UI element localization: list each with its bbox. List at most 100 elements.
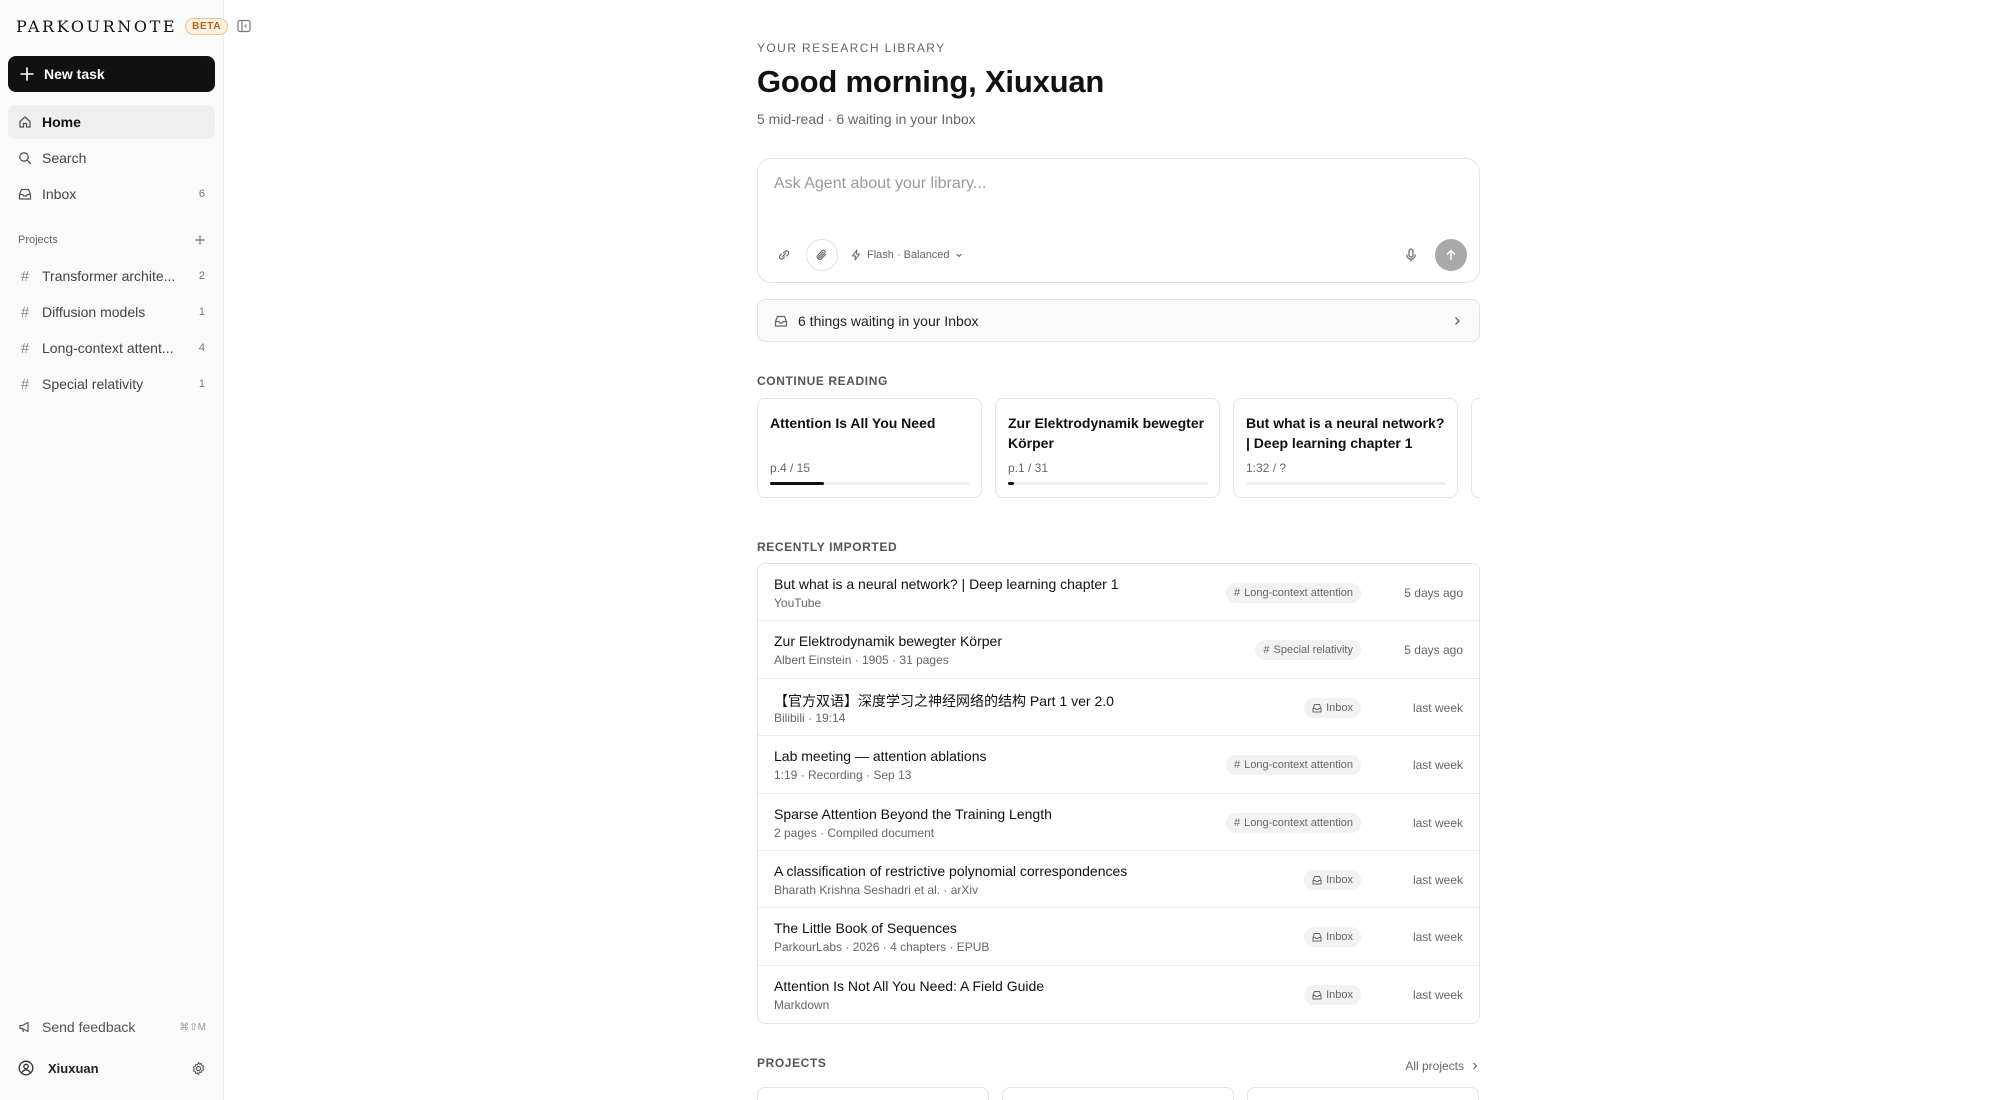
sidebar-item-label: Inbox xyxy=(42,186,77,202)
ask-agent-box[interactable]: Ask Agent about your library... Flash · … xyxy=(757,158,1480,283)
reading-card-progress-text: 1:32 / ? xyxy=(1246,461,1287,475)
recent-item-row[interactable]: Sparse Attention Beyond the Training Len… xyxy=(758,794,1479,851)
project-label: Transformer archite... xyxy=(42,268,176,284)
inbox-icon xyxy=(774,315,788,327)
ask-agent-input[interactable]: Ask Agent about your library... xyxy=(774,175,986,193)
microphone-icon[interactable] xyxy=(1403,247,1419,263)
recent-item-title: The Little Book of Sequences xyxy=(774,920,957,937)
reading-progress-bar xyxy=(1008,482,1208,485)
inbox-icon xyxy=(1312,990,1322,1000)
new-task-label: New task xyxy=(44,66,105,82)
plus-icon xyxy=(20,67,34,81)
project-card[interactable] xyxy=(1002,1087,1234,1100)
sidebar-item-inbox[interactable]: Inbox 6 xyxy=(8,177,215,211)
recent-item-title: Attention Is Not All You Need: A Field G… xyxy=(774,977,1045,994)
sidebar-project-long-context[interactable]: # Long-context attent... 4 xyxy=(8,331,215,365)
brand[interactable]: PARKOURNOTE BETA xyxy=(16,14,229,38)
model-selector[interactable]: Flash · Balanced xyxy=(850,249,964,261)
sidebar-project-transformer[interactable]: # Transformer archite... 2 xyxy=(8,259,215,293)
search-icon xyxy=(19,152,32,165)
attach-button[interactable] xyxy=(806,239,838,271)
sidebar-item-search[interactable]: Search xyxy=(8,141,215,175)
recent-item-tag-label: Long-context attention xyxy=(1244,816,1353,829)
bolt-icon xyxy=(852,249,860,261)
sidebar-toggle-icon[interactable] xyxy=(236,18,252,34)
sidebar-project-diffusion[interactable]: # Diffusion models 1 xyxy=(8,295,215,329)
reading-card[interactable]: Zur Elektrodynamik bewegter Körper p.1 /… xyxy=(995,398,1220,498)
recent-item-row[interactable]: Attention Is Not All You Need: A Field G… xyxy=(758,966,1479,1023)
all-projects-link[interactable]: All projects xyxy=(1405,1059,1480,1073)
project-count: 1 xyxy=(198,378,205,390)
recent-item-meta: Bilibili · 19:14 xyxy=(774,710,846,725)
project-card[interactable] xyxy=(1247,1087,1479,1100)
link-icon xyxy=(778,250,790,260)
recent-item-title: But what is a neural network? | Deep lea… xyxy=(774,576,1119,592)
reading-card-progress-text: p.4 / 15 xyxy=(770,461,811,475)
sidebar-item-home[interactable]: Home xyxy=(8,105,215,139)
hash-icon: # xyxy=(1234,816,1241,829)
user-menu[interactable]: Xiuxuan xyxy=(18,1060,206,1076)
recent-item-time: last week xyxy=(1412,987,1463,1002)
project-label: Special relativity xyxy=(42,376,144,392)
sidebar-project-relativity[interactable]: # Special relativity 1 xyxy=(8,367,215,401)
add-project-icon[interactable] xyxy=(194,234,206,246)
reading-progress-bar xyxy=(770,482,970,485)
recent-item-tag[interactable]: Inbox xyxy=(1304,869,1361,890)
projects-heading: PROJECTS xyxy=(757,1056,827,1070)
chevron-right-icon xyxy=(1473,1062,1478,1070)
project-card[interactable] xyxy=(757,1087,989,1100)
inbox-icon xyxy=(1312,703,1322,713)
recently-imported-heading: RECENTLY IMPORTED xyxy=(757,540,898,554)
reading-card-title: But what is a neural network? | Deep lea… xyxy=(1246,415,1445,451)
arrow-up-icon xyxy=(1446,249,1456,261)
reading-card[interactable]: But what is a neural network? | Deep lea… xyxy=(1233,398,1458,498)
recent-item-tag[interactable]: # Special relativity xyxy=(1255,640,1361,661)
recent-item-tag[interactable]: Inbox xyxy=(1304,984,1361,1005)
send-button[interactable] xyxy=(1435,239,1467,271)
recent-item-tag-label: Inbox xyxy=(1326,701,1353,714)
reading-card[interactable]: Attention Is All You Need p.4 / 15 xyxy=(757,398,982,498)
recent-item-time: 5 days ago xyxy=(1404,643,1463,658)
brand-logo: PARKOURNOTE xyxy=(16,16,178,36)
feedback-shortcut: ⌘⇧M xyxy=(179,1021,206,1033)
recent-item-tag[interactable]: # Long-context attention xyxy=(1226,583,1361,603)
recent-item-row[interactable]: But what is a neural network? | Deep lea… xyxy=(758,564,1479,622)
recent-item-time: 5 days ago xyxy=(1404,586,1463,600)
link-button[interactable] xyxy=(770,241,798,269)
recent-item-row[interactable]: The Little Book of Sequences ParkourLabs … xyxy=(758,908,1479,966)
inbox-summary-bar[interactable]: 6 things waiting in your Inbox xyxy=(757,299,1480,342)
feedback-label: Send feedback xyxy=(42,1019,136,1035)
recent-item-row[interactable]: Lab meeting — attention ablations 1:19 · … xyxy=(758,736,1479,794)
recently-imported-list: But what is a neural network? | Deep lea… xyxy=(757,563,1480,1025)
inbox-summary-text: 6 things waiting in your Inbox xyxy=(798,312,979,329)
reading-card-partial[interactable] xyxy=(1471,398,1480,498)
recent-item-row[interactable]: A classification of restrictive polynomi… xyxy=(758,851,1479,909)
project-count: 2 xyxy=(198,270,205,282)
recent-item-tag[interactable]: Inbox xyxy=(1304,697,1361,718)
hash-icon: # xyxy=(1234,759,1241,772)
recent-item-tag[interactable]: Inbox xyxy=(1304,927,1361,948)
sidebar: PARKOURNOTE BETA New task Home Search In… xyxy=(0,0,229,1100)
hash-icon: # xyxy=(20,339,30,357)
recent-item-title: Zur Elektrodynamik bewegter Körper xyxy=(774,633,1002,650)
inbox-icon xyxy=(1312,875,1322,885)
send-feedback[interactable]: Send feedback ⌘⇧M xyxy=(18,1019,206,1035)
new-task-button[interactable]: New task xyxy=(8,56,215,92)
recent-item-time: last week xyxy=(1412,815,1463,830)
home-icon xyxy=(19,116,31,128)
recent-item-meta: YouTube xyxy=(774,596,822,610)
project-label: Diffusion models xyxy=(42,304,146,320)
recent-item-time: last week xyxy=(1412,700,1463,715)
megaphone-icon xyxy=(19,1021,29,1033)
recent-item-row[interactable]: Zur Elektrodynamik bewegter Körper Albert… xyxy=(758,621,1479,679)
recent-item-tag[interactable]: # Long-context attention xyxy=(1226,755,1361,776)
recent-item-row[interactable]: 【官方双语】深度学习之神经网络的结构 Part 1 ver 2.0 Bilibil… xyxy=(758,679,1479,737)
all-projects-label: All projects xyxy=(1405,1059,1464,1073)
gear-icon[interactable] xyxy=(191,1061,206,1076)
inbox-count: 6 xyxy=(198,188,205,200)
recent-item-tag[interactable]: # Long-context attention xyxy=(1226,812,1361,833)
chevron-right-icon xyxy=(1455,316,1460,325)
recent-item-title: Sparse Attention Beyond the Training Len… xyxy=(774,805,1052,822)
reading-progress-fill xyxy=(770,482,824,485)
inbox-icon xyxy=(1312,933,1322,942)
